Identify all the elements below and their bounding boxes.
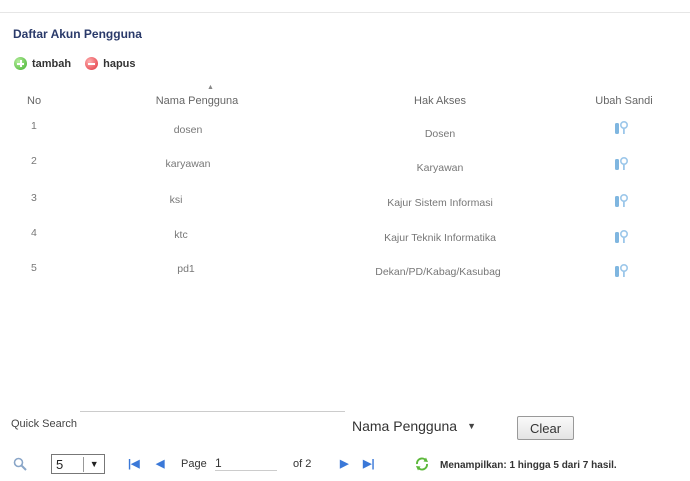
chevron-down-icon: ▼ [89, 459, 99, 469]
page-input[interactable]: 1 [215, 456, 277, 471]
panel-title: Daftar Akun Pengguna [13, 27, 142, 41]
key-icon[interactable] [613, 120, 629, 136]
delete-icon [85, 57, 99, 70]
quick-search-label: Quick Search [11, 418, 78, 430]
per-page-select[interactable]: 5 ▼ [51, 454, 105, 474]
per-page-value: 5 [52, 456, 85, 472]
column-header-no[interactable]: No [27, 95, 41, 107]
top-divider [0, 12, 690, 13]
row-no: 5 [31, 262, 37, 274]
key-icon[interactable] [613, 229, 629, 245]
next-page-icon[interactable]: ▶ [340, 457, 348, 470]
first-page-icon[interactable]: |◀ [128, 457, 140, 470]
column-header-change-password[interactable]: Ubah Sandi [595, 95, 653, 107]
pagination-status: Menampilkan: 1 hingga 5 dari 7 hasil. [440, 460, 617, 471]
search-icon[interactable] [12, 456, 28, 472]
toolbar: tambah hapus [14, 57, 136, 70]
row-access: Dekan/PD/Kabag/Kasubag [375, 266, 501, 278]
row-no: 1 [31, 120, 37, 132]
row-access: Karyawan [416, 162, 464, 174]
column-header-access[interactable]: Hak Akses [414, 95, 466, 107]
row-name: karyawan [165, 158, 211, 170]
row-no: 2 [31, 155, 37, 167]
add-label: tambah [32, 57, 72, 70]
last-page-icon[interactable]: ▶| [363, 457, 375, 470]
search-field-value: Nama Pengguna [352, 418, 458, 434]
column-header-name[interactable]: Nama Pengguna [156, 95, 239, 107]
row-no: 4 [31, 227, 37, 239]
add-icon [14, 57, 27, 70]
row-name: pd1 [177, 263, 195, 275]
row-access: Kajur Sistem Informasi [387, 197, 493, 209]
sort-indicator-icon: ▲ [207, 84, 214, 91]
key-icon[interactable] [613, 156, 629, 172]
previous-page-icon[interactable]: ◀ [156, 457, 164, 470]
row-access: Dosen [424, 128, 456, 140]
add-button[interactable]: tambah [14, 57, 71, 70]
key-icon[interactable] [613, 193, 629, 209]
page-label: Page [181, 458, 207, 470]
delete-button[interactable]: hapus [85, 57, 136, 70]
key-icon[interactable] [613, 263, 629, 279]
delete-label: hapus [103, 57, 136, 70]
refresh-icon[interactable] [414, 456, 430, 472]
chevron-down-icon: ▼ [467, 421, 476, 431]
row-access: Kajur Teknik Informatika [384, 232, 496, 244]
row-no: 3 [31, 192, 37, 204]
row-name: ktc [174, 229, 188, 241]
search-divider [80, 411, 345, 412]
page-total: of 2 [293, 458, 312, 470]
clear-button[interactable]: Clear [517, 416, 574, 440]
row-name: dosen [173, 124, 203, 136]
search-field-select[interactable]: Nama Pengguna ▼ [352, 418, 476, 434]
row-name: ksi [169, 194, 183, 206]
